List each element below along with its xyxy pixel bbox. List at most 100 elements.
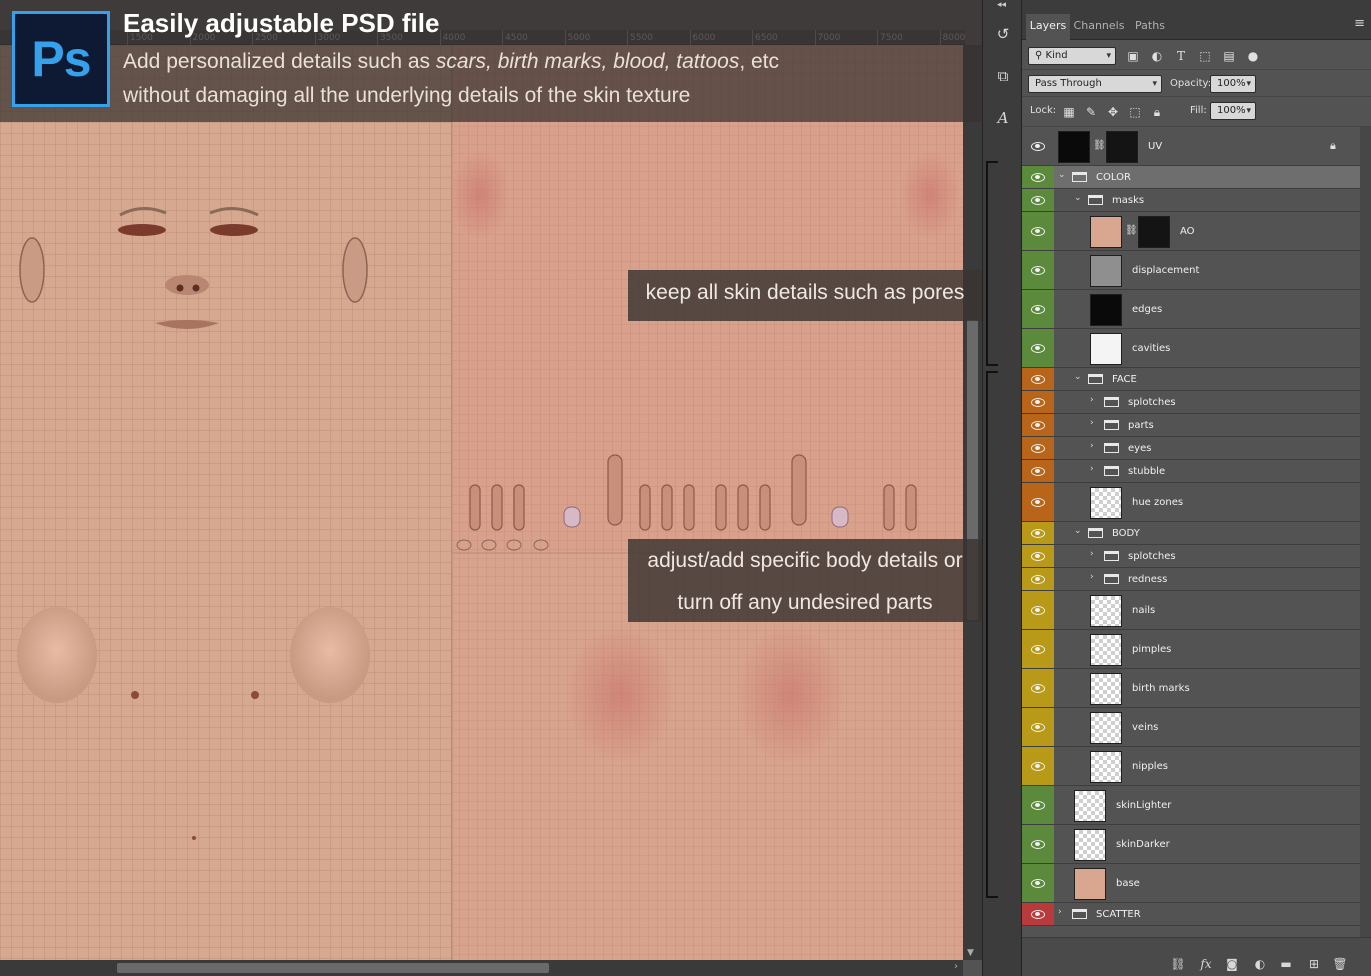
visibility-toggle[interactable] [1022, 437, 1054, 459]
canvas-vertical-scrollbar[interactable]: ▼ [963, 45, 982, 960]
layer-row[interactable]: ⛓ UV 🔒︎ [1022, 127, 1360, 166]
history-icon[interactable]: ↺ [991, 22, 1015, 46]
layer-row[interactable]: cavities [1022, 329, 1360, 368]
add-mask-icon[interactable]: ◙ [1224, 956, 1240, 972]
visibility-toggle[interactable] [1022, 460, 1054, 482]
layer-group-row[interactable]: › stubble [1022, 460, 1360, 483]
visibility-toggle[interactable] [1022, 189, 1054, 211]
adjustment-layer-icon[interactable]: ◐ [1252, 956, 1268, 972]
new-group-icon[interactable]: ▬ [1278, 956, 1294, 972]
lock-all-icon[interactable]: 🔒︎ [1148, 103, 1166, 121]
visibility-toggle[interactable] [1022, 166, 1054, 188]
visibility-toggle[interactable] [1022, 290, 1054, 328]
type-filter-icon[interactable]: T [1172, 47, 1190, 65]
chevron-right-icon[interactable]: › [1090, 418, 1094, 428]
skin-texture-canvas[interactable] [0, 45, 963, 960]
chevron-down-icon[interactable]: ⌄ [1074, 372, 1082, 382]
mask-link-icon[interactable]: ⛓ [1125, 225, 1138, 236]
visibility-toggle[interactable] [1022, 903, 1054, 925]
visibility-toggle[interactable] [1022, 127, 1054, 165]
layer-row[interactable]: skinDarker [1022, 825, 1360, 864]
layer-row[interactable]: nipples [1022, 747, 1360, 786]
visibility-toggle[interactable] [1022, 825, 1054, 863]
layer-group-row[interactable]: › SCATTER [1022, 903, 1360, 926]
layer-group-row[interactable]: › redness [1022, 568, 1360, 591]
visibility-toggle[interactable] [1022, 708, 1054, 746]
visibility-toggle[interactable] [1022, 630, 1054, 668]
lock-pixels-icon[interactable]: ✎ [1082, 103, 1100, 121]
visibility-toggle[interactable] [1022, 669, 1054, 707]
filter-toggle-icon[interactable]: ● [1244, 47, 1262, 65]
layer-group-row[interactable]: ⌄ BODY [1022, 522, 1360, 545]
chevron-right-icon[interactable]: › [1090, 395, 1094, 405]
image-filter-icon[interactable]: ▣ [1124, 47, 1142, 65]
layer-row[interactable]: nails [1022, 591, 1360, 630]
tab-channels[interactable]: Channels [1070, 14, 1128, 40]
layer-mask-thumbnail[interactable] [1138, 215, 1170, 248]
visibility-toggle[interactable] [1022, 329, 1054, 367]
new-layer-icon[interactable]: ⊞ [1306, 956, 1322, 972]
visibility-toggle[interactable] [1022, 591, 1054, 629]
layer-group-row[interactable]: › eyes [1022, 437, 1360, 460]
kind-filter-dropdown[interactable]: ⚲ Kind ▾ [1028, 47, 1116, 65]
panel-menu-icon[interactable]: ≡ [1354, 16, 1365, 31]
tab-paths[interactable]: Paths [1128, 14, 1172, 40]
scroll-down-arrow-icon[interactable]: ▼ [967, 948, 974, 958]
layer-row[interactable]: edges [1022, 290, 1360, 329]
lock-position-icon[interactable]: ✥ [1104, 103, 1122, 121]
visibility-toggle[interactable] [1022, 864, 1054, 902]
opacity-input[interactable]: 100% ▾ [1210, 75, 1256, 93]
layer-row[interactable]: veins [1022, 708, 1360, 747]
link-layers-icon[interactable]: ⛓ [1170, 956, 1186, 972]
chevron-right-icon[interactable]: › [1058, 907, 1062, 917]
layer-row[interactable]: pimples [1022, 630, 1360, 669]
mask-link-icon[interactable]: ⛓ [1093, 140, 1106, 151]
visibility-toggle[interactable] [1022, 391, 1054, 413]
shape-filter-icon[interactable]: ⬚ [1196, 47, 1214, 65]
layer-group-row[interactable]: › parts [1022, 414, 1360, 437]
layer-row[interactable]: hue zones [1022, 483, 1360, 522]
character-icon[interactable]: A [991, 106, 1015, 130]
fill-input[interactable]: 100% ▾ [1210, 102, 1256, 120]
fx-icon[interactable]: fx [1198, 956, 1214, 972]
collapse-panels-icon[interactable]: ◂◂ [997, 0, 1006, 10]
chevron-right-icon[interactable]: › [1090, 441, 1094, 451]
adjustment-filter-icon[interactable]: ◐ [1148, 47, 1166, 65]
lock-artboard-icon[interactable]: ⬚ [1126, 103, 1144, 121]
chevron-right-icon[interactable]: › [1090, 572, 1094, 582]
visibility-toggle[interactable] [1022, 568, 1054, 590]
chevron-right-icon[interactable]: › [1090, 464, 1094, 474]
chevron-down-icon[interactable]: ⌄ [1058, 170, 1066, 180]
layer-mask-thumbnail[interactable] [1106, 130, 1138, 163]
layer-row[interactable]: skinLighter [1022, 786, 1360, 825]
visibility-toggle[interactable] [1022, 483, 1054, 521]
chevron-down-icon[interactable]: ⌄ [1074, 193, 1082, 203]
layer-group-row[interactable]: ⌄ COLOR [1022, 166, 1360, 189]
visibility-toggle[interactable] [1022, 212, 1054, 250]
layer-group-row[interactable]: › splotches [1022, 391, 1360, 414]
visibility-toggle[interactable] [1022, 414, 1054, 436]
visibility-toggle[interactable] [1022, 747, 1054, 785]
canvas-horizontal-scrollbar[interactable]: › [0, 960, 963, 976]
layer-row[interactable]: birth marks [1022, 669, 1360, 708]
layer-group-row[interactable]: ⌄ FACE [1022, 368, 1360, 391]
layer-row[interactable]: displacement [1022, 251, 1360, 290]
scroll-right-arrow-icon[interactable]: › [954, 961, 958, 972]
visibility-toggle[interactable] [1022, 251, 1054, 289]
layer-row[interactable]: ⛓ AO [1022, 212, 1360, 251]
layer-group-row[interactable]: ⌄ masks [1022, 189, 1360, 212]
visibility-toggle[interactable] [1022, 786, 1054, 824]
layer-row[interactable]: base [1022, 864, 1360, 903]
properties-icon[interactable]: ⧉ [991, 64, 1015, 88]
visibility-toggle[interactable] [1022, 545, 1054, 567]
layer-group-row[interactable]: › splotches [1022, 545, 1360, 568]
chevron-right-icon[interactable]: › [1090, 549, 1094, 559]
tab-layers[interactable]: Layers [1026, 14, 1070, 40]
blend-mode-dropdown[interactable]: Pass Through ▾ [1028, 75, 1162, 93]
layers-scrollbar[interactable] [1360, 127, 1371, 937]
trash-icon[interactable]: 🗑︎ [1332, 956, 1348, 972]
lock-transparency-icon[interactable]: ▦ [1060, 103, 1078, 121]
chevron-down-icon[interactable]: ⌄ [1074, 526, 1082, 536]
visibility-toggle[interactable] [1022, 522, 1054, 544]
visibility-toggle[interactable] [1022, 368, 1054, 390]
